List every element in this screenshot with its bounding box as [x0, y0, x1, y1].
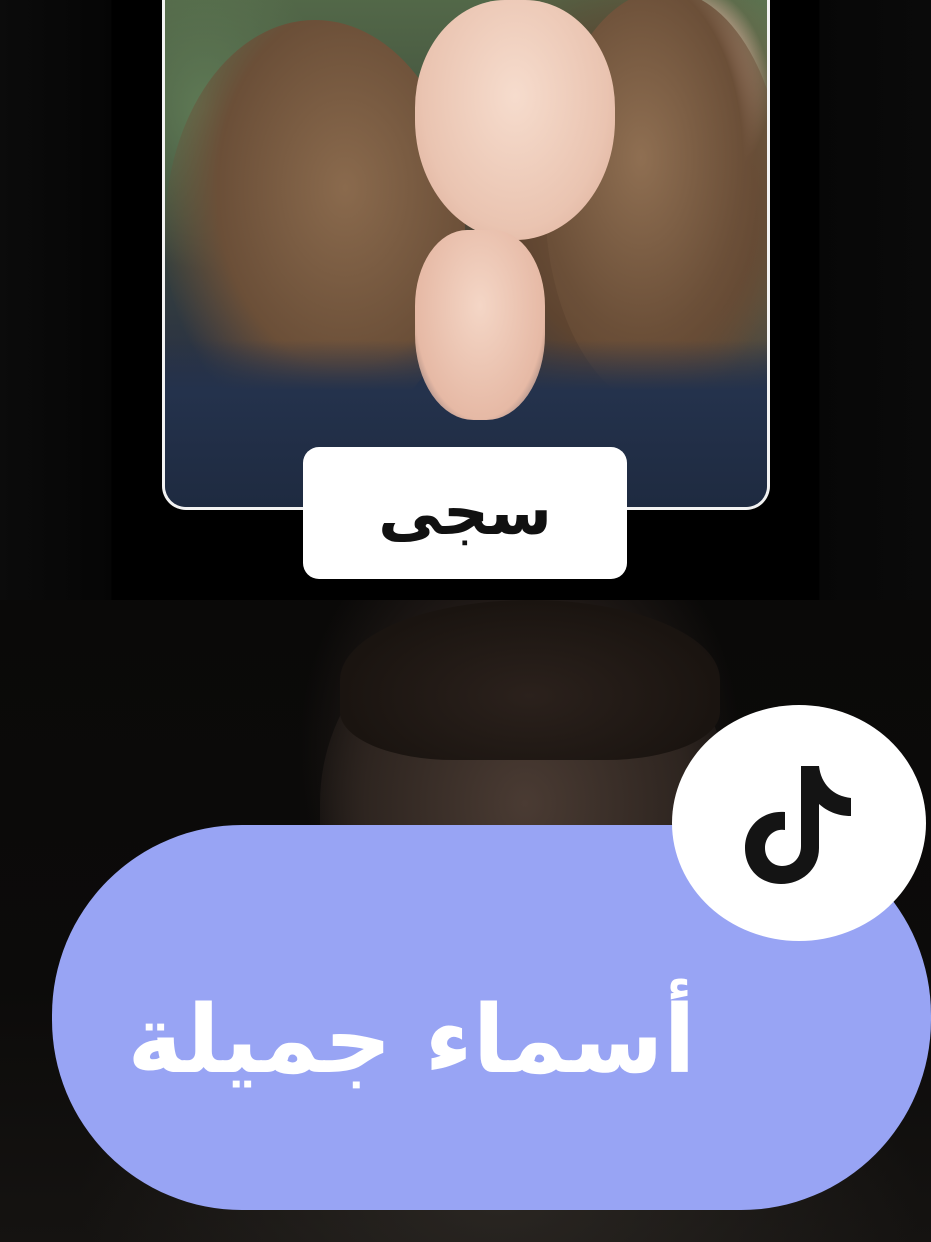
name-label: سجى	[303, 447, 627, 579]
top-panel: سجى	[0, 0, 931, 600]
presenter-hair	[340, 600, 720, 760]
tiktok-badge	[672, 705, 926, 941]
photo-hand	[415, 230, 545, 420]
tiktok-logo-icon	[745, 766, 851, 884]
photo-face	[415, 0, 615, 240]
video-frame: سجى أسماء جميلة	[0, 0, 931, 1242]
title-banner-text: أسماء جميلة	[127, 985, 696, 1095]
portrait-photo	[162, 0, 770, 510]
